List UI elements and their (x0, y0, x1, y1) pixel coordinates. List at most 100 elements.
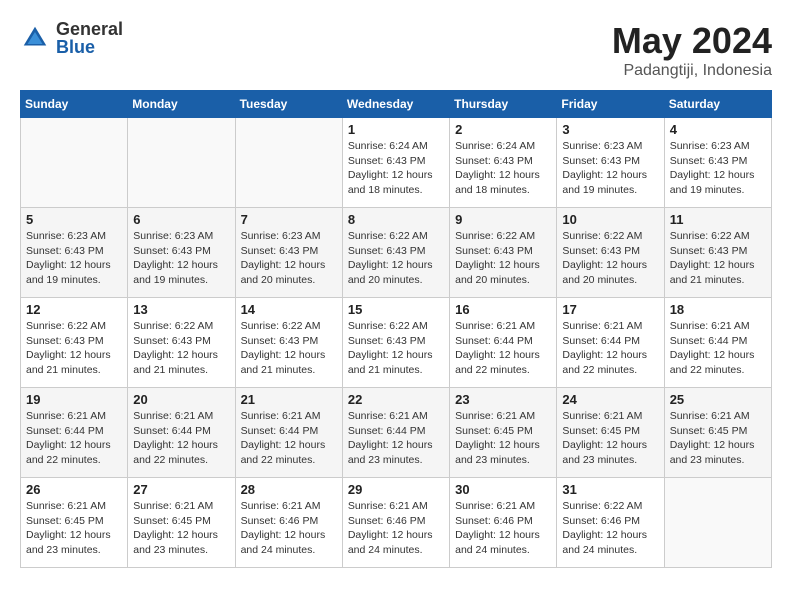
title-block: May 2024 Padangtiji, Indonesia (612, 20, 772, 80)
calendar-week-row: 5 Sunrise: 6:23 AM Sunset: 6:43 PM Daylig… (21, 208, 772, 298)
day-info: Sunrise: 6:21 AM Sunset: 6:44 PM Dayligh… (670, 319, 766, 378)
day-number: 26 (26, 482, 122, 497)
calendar-cell: 12Sunrise: 6:22 AM Sunset: 6:43 PM Dayli… (21, 298, 128, 388)
day-number: 22 (348, 392, 444, 407)
day-number: 13 (133, 302, 229, 317)
calendar-cell: 9Sunrise: 6:22 AM Sunset: 6:43 PM Daylig… (450, 208, 557, 298)
day-number: 3 (562, 122, 658, 137)
day-of-week-header: Thursday (450, 91, 557, 118)
day-info: Sunrise: 6:21 AM Sunset: 6:46 PM Dayligh… (348, 499, 444, 558)
calendar-cell: 17Sunrise: 6:21 AM Sunset: 6:44 PM Dayli… (557, 298, 664, 388)
calendar-table: SundayMondayTuesdayWednesdayThursdayFrid… (20, 90, 772, 568)
calendar-cell: 20Sunrise: 6:21 AM Sunset: 6:44 PM Dayli… (128, 388, 235, 478)
calendar-cell: 2Sunrise: 6:24 AM Sunset: 6:43 PM Daylig… (450, 118, 557, 208)
day-number: 18 (670, 302, 766, 317)
calendar-cell: 27 Sunrise: 6:21 AM Sunset: 6:45 PM Dayli… (128, 478, 235, 568)
calendar-cell: 26 Sunrise: 6:21 AM Sunset: 6:45 PM Dayli… (21, 478, 128, 568)
calendar-week-row: 1 Sunrise: 6:24 AM Sunset: 6:43 PM Daylig… (21, 118, 772, 208)
calendar-cell: 3Sunrise: 6:23 AM Sunset: 6:43 PM Daylig… (557, 118, 664, 208)
day-number: 7 (241, 212, 337, 227)
calendar-cell: 8Sunrise: 6:22 AM Sunset: 6:43 PM Daylig… (342, 208, 449, 298)
day-of-week-header: Saturday (664, 91, 771, 118)
logo-text: General Blue (56, 20, 123, 56)
day-info: Sunrise: 6:22 AM Sunset: 6:43 PM Dayligh… (133, 319, 229, 378)
calendar-cell: 23 Sunrise: 6:21 AM Sunset: 6:45 PM Dayli… (450, 388, 557, 478)
day-info: Sunrise: 6:21 AM Sunset: 6:44 PM Dayligh… (455, 319, 551, 378)
day-number: 4 (670, 122, 766, 137)
logo-icon (20, 23, 50, 53)
day-info: Sunrise: 6:22 AM Sunset: 6:43 PM Dayligh… (241, 319, 337, 378)
day-info: Sunrise: 6:23 AM Sunset: 6:43 PM Dayligh… (26, 229, 122, 288)
day-number: 25 (670, 392, 766, 407)
day-number: 1 (348, 122, 444, 137)
day-info: Sunrise: 6:21 AM Sunset: 6:46 PM Dayligh… (455, 499, 551, 558)
day-number: 23 (455, 392, 551, 407)
calendar-cell: 24Sunrise: 6:21 AM Sunset: 6:45 PM Dayli… (557, 388, 664, 478)
day-number: 12 (26, 302, 122, 317)
day-info: Sunrise: 6:21 AM Sunset: 6:44 PM Dayligh… (26, 409, 122, 468)
day-info: Sunrise: 6:22 AM Sunset: 6:43 PM Dayligh… (670, 229, 766, 288)
day-number: 10 (562, 212, 658, 227)
calendar-week-row: 12 Sunrise: 6:22 AM Sunset: 6:43 PM Dayli… (21, 298, 772, 388)
day-info: Sunrise: 6:21 AM Sunset: 6:45 PM Dayligh… (133, 499, 229, 558)
calendar-cell (128, 118, 235, 208)
day-info: Sunrise: 6:21 AM Sunset: 6:45 PM Dayligh… (455, 409, 551, 468)
day-info: Sunrise: 6:22 AM Sunset: 6:43 PM Dayligh… (562, 229, 658, 288)
day-info: Sunrise: 6:21 AM Sunset: 6:45 PM Dayligh… (26, 499, 122, 558)
day-of-week-header: Tuesday (235, 91, 342, 118)
calendar-week-row: 19 Sunrise: 6:21 AM Sunset: 6:44 PM Dayli… (21, 388, 772, 478)
calendar-cell: 5 Sunrise: 6:23 AM Sunset: 6:43 PM Daylig… (21, 208, 128, 298)
day-of-week-header: Sunday (21, 91, 128, 118)
calendar-cell: 22 Sunrise: 6:21 AM Sunset: 6:44 PM Dayli… (342, 388, 449, 478)
calendar-cell: 11 Sunrise: 6:22 AM Sunset: 6:43 PM Dayli… (664, 208, 771, 298)
day-info: Sunrise: 6:21 AM Sunset: 6:44 PM Dayligh… (562, 319, 658, 378)
day-number: 24 (562, 392, 658, 407)
day-info: Sunrise: 6:23 AM Sunset: 6:43 PM Dayligh… (670, 139, 766, 198)
day-number: 19 (26, 392, 122, 407)
day-number: 21 (241, 392, 337, 407)
day-of-week-header: Friday (557, 91, 664, 118)
page-header: General Blue May 2024 Padangtiji, Indone… (20, 20, 772, 80)
day-info: Sunrise: 6:21 AM Sunset: 6:45 PM Dayligh… (670, 409, 766, 468)
day-number: 28 (241, 482, 337, 497)
calendar-cell: 25 Sunrise: 6:21 AM Sunset: 6:45 PM Dayli… (664, 388, 771, 478)
calendar-cell: 4 Sunrise: 6:23 AM Sunset: 6:43 PM Daylig… (664, 118, 771, 208)
day-number: 6 (133, 212, 229, 227)
day-of-week-header: Wednesday (342, 91, 449, 118)
day-info: Sunrise: 6:22 AM Sunset: 6:46 PM Dayligh… (562, 499, 658, 558)
day-number: 14 (241, 302, 337, 317)
calendar-week-row: 26 Sunrise: 6:21 AM Sunset: 6:45 PM Dayli… (21, 478, 772, 568)
day-number: 31 (562, 482, 658, 497)
day-info: Sunrise: 6:22 AM Sunset: 6:43 PM Dayligh… (455, 229, 551, 288)
day-number: 27 (133, 482, 229, 497)
calendar-cell: 6Sunrise: 6:23 AM Sunset: 6:43 PM Daylig… (128, 208, 235, 298)
logo-general-text: General (56, 20, 123, 38)
day-info: Sunrise: 6:21 AM Sunset: 6:44 PM Dayligh… (133, 409, 229, 468)
calendar-header-row: SundayMondayTuesdayWednesdayThursdayFrid… (21, 91, 772, 118)
day-number: 5 (26, 212, 122, 227)
calendar-cell: 10 Sunrise: 6:22 AM Sunset: 6:43 PM Dayli… (557, 208, 664, 298)
day-info: Sunrise: 6:24 AM Sunset: 6:43 PM Dayligh… (348, 139, 444, 198)
day-info: Sunrise: 6:21 AM Sunset: 6:44 PM Dayligh… (348, 409, 444, 468)
day-info: Sunrise: 6:22 AM Sunset: 6:43 PM Dayligh… (348, 319, 444, 378)
logo-blue-text: Blue (56, 38, 123, 56)
month-title: May 2024 (612, 20, 772, 62)
calendar-cell: 29Sunrise: 6:21 AM Sunset: 6:46 PM Dayli… (342, 478, 449, 568)
day-number: 30 (455, 482, 551, 497)
day-number: 2 (455, 122, 551, 137)
day-info: Sunrise: 6:22 AM Sunset: 6:43 PM Dayligh… (348, 229, 444, 288)
day-info: Sunrise: 6:23 AM Sunset: 6:43 PM Dayligh… (241, 229, 337, 288)
calendar-cell: 13 Sunrise: 6:22 AM Sunset: 6:43 PM Dayli… (128, 298, 235, 388)
calendar-cell: 7 Sunrise: 6:23 AM Sunset: 6:43 PM Daylig… (235, 208, 342, 298)
day-info: Sunrise: 6:21 AM Sunset: 6:44 PM Dayligh… (241, 409, 337, 468)
day-number: 15 (348, 302, 444, 317)
calendar-cell: 30 Sunrise: 6:21 AM Sunset: 6:46 PM Dayli… (450, 478, 557, 568)
calendar-cell (235, 118, 342, 208)
location-text: Padangtiji, Indonesia (612, 62, 772, 80)
logo: General Blue (20, 20, 123, 56)
day-info: Sunrise: 6:21 AM Sunset: 6:46 PM Dayligh… (241, 499, 337, 558)
calendar-cell: 31 Sunrise: 6:22 AM Sunset: 6:46 PM Dayli… (557, 478, 664, 568)
calendar-cell: 19 Sunrise: 6:21 AM Sunset: 6:44 PM Dayli… (21, 388, 128, 478)
day-number: 11 (670, 212, 766, 227)
calendar-cell (21, 118, 128, 208)
